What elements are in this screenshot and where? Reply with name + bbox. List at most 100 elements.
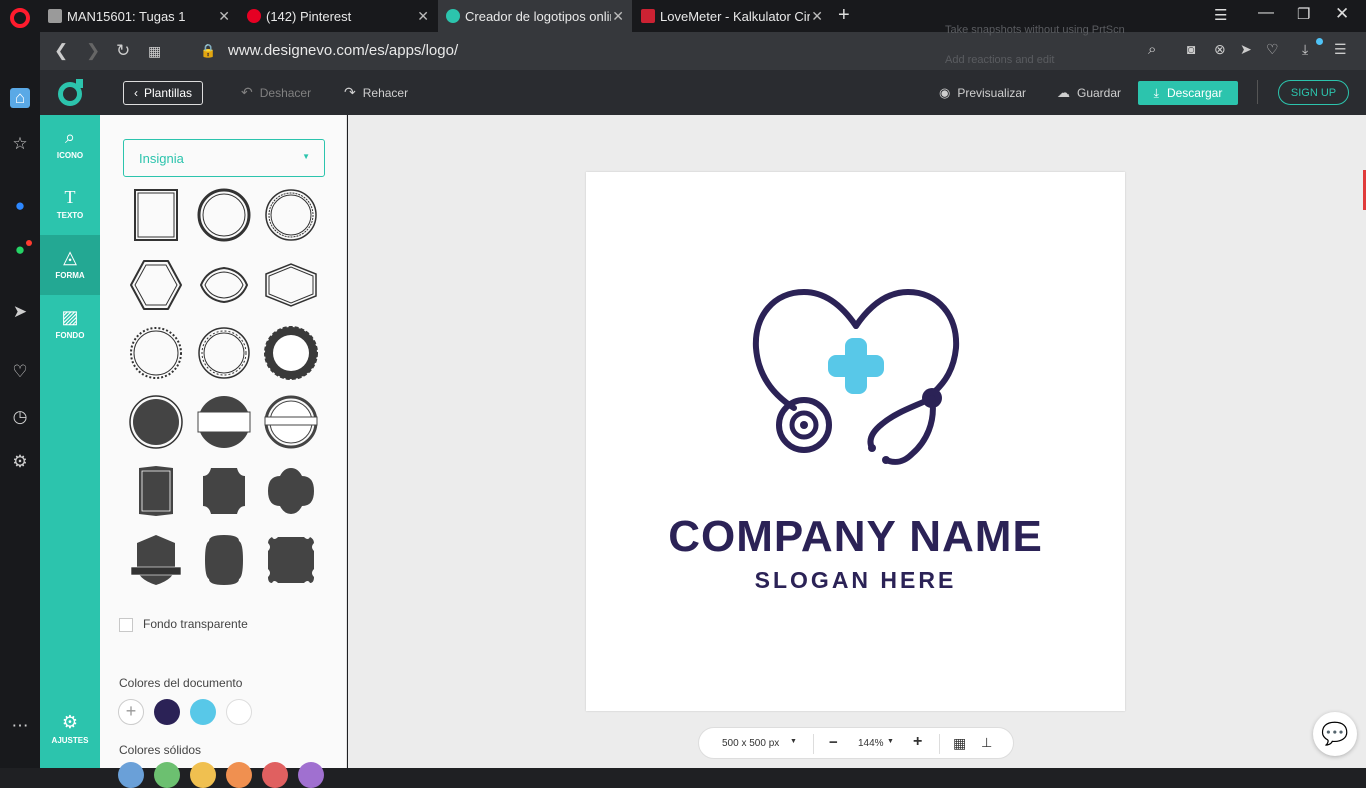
badge-circle[interactable]: [197, 188, 251, 242]
solid-color-swatch[interactable]: [226, 762, 252, 788]
more-icon[interactable]: ⋯: [10, 716, 30, 736]
logo-artboard[interactable]: COMPANY NAME SLOGAN HERE: [586, 172, 1125, 711]
tab-title: LoveMeter - Kalkulator Cinta: [660, 8, 810, 24]
search-icon[interactable]: ⌕: [1148, 41, 1156, 58]
badge-double-circle[interactable]: [264, 188, 318, 242]
badge-stitched-circle[interactable]: [197, 326, 251, 380]
badge-tall-frame[interactable]: [129, 464, 183, 518]
badge-solid-circle[interactable]: [129, 395, 183, 449]
undo-button[interactable]: ↶ Deshacer: [241, 70, 311, 115]
solid-color-swatch[interactable]: [190, 762, 216, 788]
close-window-icon[interactable]: ✕: [1335, 4, 1349, 24]
home-icon[interactable]: ⌂: [10, 88, 30, 108]
badge-wavy[interactable]: [197, 258, 251, 312]
rail-background[interactable]: ▨ FONDO: [40, 295, 100, 355]
rail-shape[interactable]: ◬ FORMA: [40, 235, 100, 295]
badge-dotted-circle[interactable]: [129, 326, 183, 380]
solid-color-swatch[interactable]: [298, 762, 324, 788]
eye-icon: ◉: [939, 84, 951, 100]
new-tab-icon[interactable]: +: [838, 4, 850, 27]
logo-mark: [76, 79, 83, 88]
messenger-icon[interactable]: ●: [10, 196, 30, 216]
chat-bubble-icon[interactable]: 💬: [1313, 712, 1357, 756]
tab-lovemeter[interactable]: LoveMeter - Kalkulator Cinta ✕: [633, 0, 831, 32]
templates-button[interactable]: ‹ Plantillas: [123, 81, 204, 105]
history-icon[interactable]: ◷: [10, 407, 30, 427]
camera-icon[interactable]: ◙: [1187, 41, 1195, 57]
cloud-upload-icon: ☁: [1057, 84, 1070, 100]
url-field[interactable]: www.designevo.com/es/apps/logo/: [228, 42, 458, 59]
download-icon[interactable]: ⤓: [1302, 41, 1308, 58]
signup-button[interactable]: SIGN UP: [1278, 80, 1349, 105]
tabs-grid-icon[interactable]: ▦: [148, 43, 161, 60]
rail-settings[interactable]: ⚙ AJUSTES: [40, 708, 100, 768]
zoom-in-button[interactable]: +: [913, 733, 922, 751]
slogan-text[interactable]: SLOGAN HERE: [586, 567, 1125, 594]
badge-rectangle[interactable]: [129, 188, 183, 242]
flow-icon[interactable]: ➤: [1240, 41, 1252, 58]
download-icon: ⤓: [1153, 85, 1159, 100]
save-button[interactable]: ☁ Guardar: [1057, 70, 1121, 115]
color-swatch-white[interactable]: [226, 699, 252, 725]
grid-icon[interactable]: ▦: [953, 735, 966, 752]
close-tab-icon[interactable]: ✕: [417, 8, 429, 25]
badge-shield-ribbon[interactable]: [129, 533, 183, 587]
category-dropdown[interactable]: Insignia ▼: [123, 139, 325, 177]
back-icon[interactable]: ❮: [54, 41, 68, 61]
badge-scalloped-frame[interactable]: [264, 464, 318, 518]
stethoscope-heart-icon[interactable]: [746, 282, 966, 472]
badge-rounded-tall[interactable]: [197, 533, 251, 587]
divider: [813, 734, 814, 754]
close-tab-icon[interactable]: ✕: [218, 8, 230, 25]
redo-icon: ↷: [344, 84, 356, 100]
rail-icon[interactable]: ⌕ ICONO: [40, 115, 100, 175]
tab-designevo[interactable]: Creador de logotipos online ✕: [438, 0, 632, 32]
badge-ring-banner[interactable]: [264, 395, 318, 449]
zoom-out-button[interactable]: −: [829, 734, 838, 751]
forward-icon[interactable]: ❯: [86, 41, 100, 61]
company-name-text[interactable]: COMPANY NAME: [586, 512, 1125, 562]
opera-logo-icon[interactable]: [10, 8, 30, 28]
reload-icon[interactable]: ↻: [116, 41, 130, 61]
close-tab-icon[interactable]: ✕: [811, 8, 823, 25]
rail-text[interactable]: T TEXTO: [40, 175, 100, 235]
add-color-button[interactable]: +: [118, 699, 144, 725]
templates-label: Plantillas: [144, 86, 193, 100]
redo-button[interactable]: ↷ Rehacer: [344, 70, 408, 115]
minimize-icon[interactable]: —: [1258, 4, 1274, 22]
badge-banner-circle[interactable]: [197, 395, 251, 449]
settings-icon[interactable]: ⚙: [10, 452, 30, 472]
close-tab-icon[interactable]: ✕: [612, 8, 624, 25]
badge-ornate-frame[interactable]: [197, 464, 251, 518]
solid-color-swatch[interactable]: [262, 762, 288, 788]
favorite-icon[interactable]: ♡: [1266, 41, 1279, 58]
tab-tugas[interactable]: MAN15601: Tugas 1 ✕: [40, 0, 238, 32]
canvas-size-select[interactable]: 500 x 500 px: [722, 738, 779, 749]
download-button[interactable]: ⤓ Descargar: [1138, 81, 1238, 105]
easy-setup-icon[interactable]: ☰: [1334, 41, 1347, 58]
tab-pinterest[interactable]: (142) Pinterest ✕: [239, 0, 437, 32]
preview-button[interactable]: ◉ Previsualizar: [939, 70, 1026, 115]
align-icon[interactable]: ⊥: [981, 735, 992, 751]
color-swatch-navy[interactable]: [154, 699, 180, 725]
solid-color-swatch[interactable]: [118, 762, 144, 788]
badge-seal[interactable]: [264, 326, 318, 380]
restore-icon[interactable]: ❐: [1297, 5, 1310, 23]
solid-color-swatch[interactable]: [154, 762, 180, 788]
preview-label: Previsualizar: [957, 85, 1027, 100]
text-icon: T: [64, 187, 76, 207]
document-colors-label: Colores del documento: [119, 676, 243, 690]
transparent-checkbox[interactable]: [119, 618, 133, 632]
adblock-icon[interactable]: ⊗: [1214, 41, 1226, 58]
color-swatch-cyan[interactable]: [190, 699, 216, 725]
save-label: Guardar: [1077, 85, 1122, 100]
speed-dial-icon[interactable]: ☆: [10, 134, 30, 154]
send-icon[interactable]: ➤: [10, 302, 30, 322]
badge-hexagon-round[interactable]: [129, 258, 183, 312]
tab-menu-icon[interactable]: ☰: [1214, 6, 1227, 24]
zoom-level-select[interactable]: 144%: [858, 738, 884, 749]
badge-notched-square[interactable]: [264, 533, 318, 587]
heart-icon[interactable]: ♡: [10, 362, 30, 382]
badge-hexagon-wide[interactable]: [264, 258, 318, 312]
rail-background-label: FONDO: [55, 331, 85, 340]
